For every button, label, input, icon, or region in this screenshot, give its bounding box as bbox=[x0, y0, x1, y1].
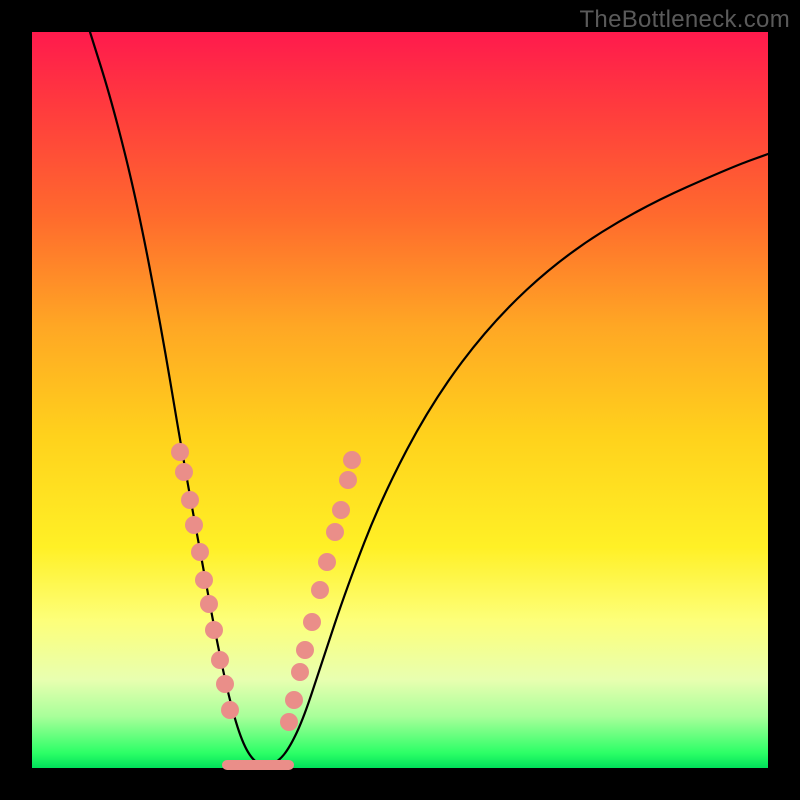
data-point-dot bbox=[291, 663, 309, 681]
data-point-dot bbox=[200, 595, 218, 613]
data-point-dot bbox=[221, 701, 239, 719]
data-point-dot bbox=[296, 641, 314, 659]
data-point-dot bbox=[339, 471, 357, 489]
bottleneck-curve bbox=[32, 32, 768, 768]
data-point-dot bbox=[326, 523, 344, 541]
data-point-dot bbox=[343, 451, 361, 469]
data-point-dot bbox=[181, 491, 199, 509]
chart-frame: TheBottleneck.com bbox=[0, 0, 800, 800]
right-branch-dots bbox=[280, 451, 361, 731]
plot-area bbox=[32, 32, 768, 768]
data-point-dot bbox=[318, 553, 336, 571]
data-point-dot bbox=[171, 443, 189, 461]
watermark-label: TheBottleneck.com bbox=[579, 6, 790, 34]
data-point-dot bbox=[311, 581, 329, 599]
left-branch-dots bbox=[171, 443, 239, 719]
data-point-dot bbox=[332, 501, 350, 519]
data-point-dot bbox=[175, 463, 193, 481]
data-point-dot bbox=[185, 516, 203, 534]
data-point-dot bbox=[280, 713, 298, 731]
data-point-dot bbox=[303, 613, 321, 631]
valley-bar bbox=[222, 760, 294, 770]
data-point-dot bbox=[285, 691, 303, 709]
data-point-dot bbox=[191, 543, 209, 561]
data-point-dot bbox=[211, 651, 229, 669]
v-curve-path bbox=[90, 32, 768, 764]
data-point-dot bbox=[195, 571, 213, 589]
data-point-dot bbox=[205, 621, 223, 639]
data-point-dot bbox=[216, 675, 234, 693]
